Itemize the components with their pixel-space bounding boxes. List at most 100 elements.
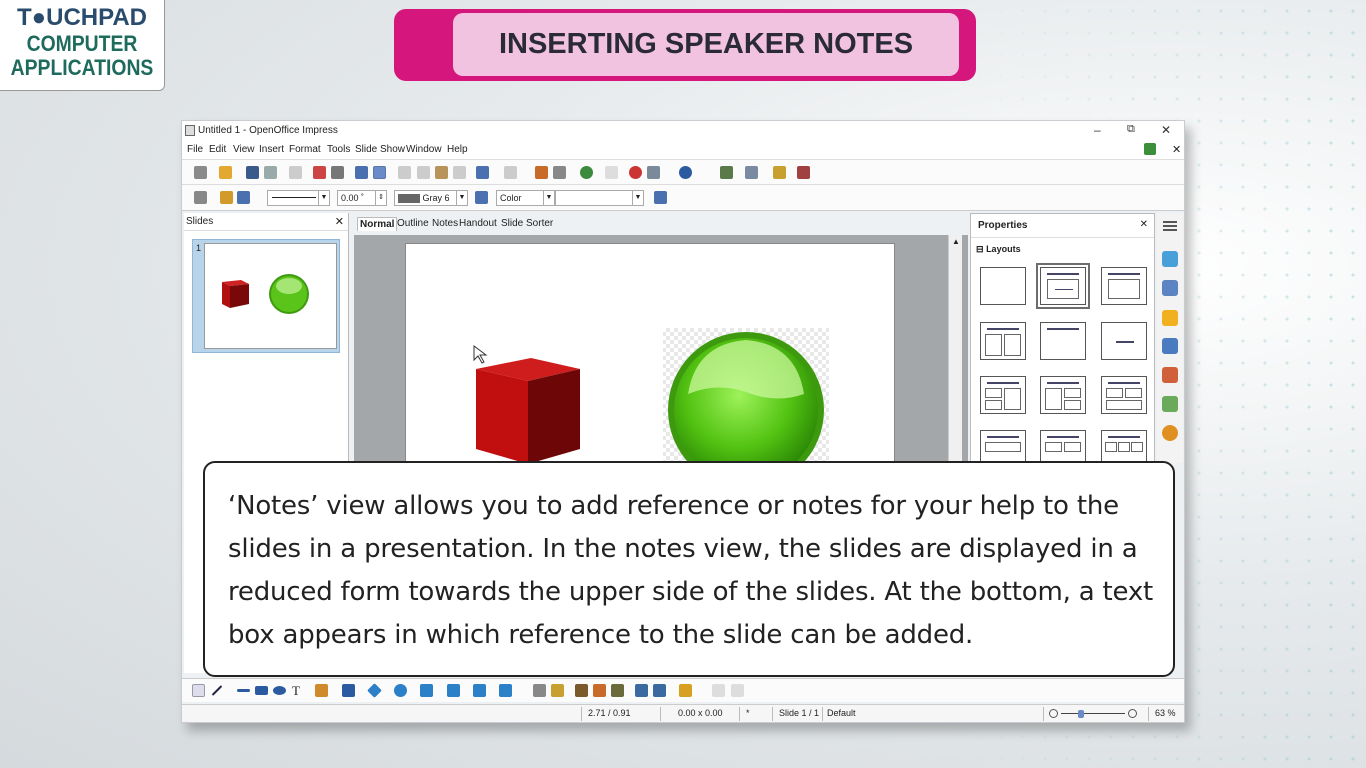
flowcharts-icon[interactable]: [447, 684, 460, 697]
zoom-slider[interactable]: [1049, 708, 1137, 720]
tab-normal[interactable]: Normal: [357, 217, 398, 231]
menu-edit[interactable]: Edit: [209, 144, 226, 155]
styles-icon[interactable]: [194, 191, 207, 204]
stars-icon[interactable]: [499, 684, 512, 697]
line-color-select[interactable]: Gray 6 ▼: [394, 190, 468, 206]
area-style-select[interactable]: Color ▼: [496, 190, 555, 206]
layout-2-content-and-content[interactable]: [980, 376, 1026, 414]
gallery-icon[interactable]: [1162, 396, 1178, 412]
layout-2-content-over-content[interactable]: [1101, 376, 1147, 414]
gallery-tool-icon[interactable]: [611, 684, 624, 697]
callouts-icon[interactable]: [473, 684, 486, 697]
slides-pane-close-button[interactable]: ✕: [335, 215, 344, 228]
update-icon[interactable]: [1144, 143, 1156, 155]
menu-insert[interactable]: Insert: [259, 144, 284, 155]
area-fill-select[interactable]: ▼: [555, 190, 644, 206]
grid-icon[interactable]: [605, 166, 618, 179]
align-icon[interactable]: [653, 684, 666, 697]
hyperlink-icon[interactable]: [580, 166, 593, 179]
email-icon[interactable]: [264, 166, 277, 179]
undo-icon[interactable]: [476, 166, 489, 179]
edit-file-icon[interactable]: [289, 166, 302, 179]
slide-thumbnail[interactable]: [204, 243, 337, 349]
document-close-button[interactable]: ✕: [1172, 143, 1181, 156]
glue-points-icon[interactable]: [551, 684, 564, 697]
menu-format[interactable]: Format: [289, 144, 321, 155]
chart-icon[interactable]: [535, 166, 548, 179]
print-icon[interactable]: [331, 166, 344, 179]
layout-title-2-content[interactable]: [980, 322, 1026, 360]
select-icon[interactable]: [192, 684, 205, 697]
shadow-icon[interactable]: [654, 191, 667, 204]
help-icon[interactable]: [679, 166, 692, 179]
display-views-icon[interactable]: [720, 166, 733, 179]
text-tool-icon[interactable]: T: [292, 683, 305, 698]
fontwork-icon[interactable]: [575, 684, 588, 697]
minimize-button[interactable]: –: [1094, 123, 1101, 137]
effects-icon[interactable]: [731, 684, 744, 697]
styles-formatting-icon[interactable]: [1162, 367, 1178, 383]
properties-deck-icon[interactable]: [1162, 251, 1178, 267]
sidebar-menu-icon[interactable]: [1163, 221, 1177, 223]
menu-view[interactable]: View: [233, 144, 255, 155]
slide-design-icon[interactable]: [773, 166, 786, 179]
from-file-icon[interactable]: [593, 684, 606, 697]
copy-icon[interactable]: [417, 166, 430, 179]
table-icon[interactable]: [553, 166, 566, 179]
extrusion-icon[interactable]: [712, 684, 725, 697]
rotate-icon[interactable]: [635, 684, 648, 697]
layout-title-only[interactable]: [1040, 322, 1086, 360]
connector-tool-icon[interactable]: [342, 684, 355, 697]
navigator-deck-icon[interactable]: [1162, 425, 1178, 441]
tab-slide-sorter[interactable]: Slide Sorter: [499, 217, 555, 230]
menu-slide-show[interactable]: Slide Show: [355, 144, 405, 155]
paste-icon[interactable]: [435, 166, 448, 179]
open-folder-icon[interactable]: [219, 166, 232, 179]
area-icon[interactable]: [475, 191, 488, 204]
menu-file[interactable]: File: [187, 144, 203, 155]
symbol-shapes-icon[interactable]: [394, 684, 407, 697]
clone-formatting-icon[interactable]: [453, 166, 466, 179]
line-width-field[interactable]: 0.00 ˚ ⇕: [337, 190, 387, 206]
spellcheck-icon[interactable]: [355, 166, 368, 179]
tab-notes[interactable]: Notes: [430, 217, 460, 230]
basic-shapes-icon[interactable]: [367, 683, 382, 698]
cut-icon[interactable]: [398, 166, 411, 179]
line-tool-icon[interactable]: [211, 685, 223, 696]
close-button[interactable]: ✕: [1161, 123, 1171, 137]
slide-transition-icon[interactable]: [1162, 338, 1178, 354]
layout-content-and-2-content[interactable]: [1040, 376, 1086, 414]
menu-help[interactable]: Help: [447, 144, 468, 155]
layout-title-slide[interactable]: [1036, 263, 1090, 309]
slide-layout-icon[interactable]: [745, 166, 758, 179]
ellipse-tool-icon[interactable]: [273, 686, 286, 695]
autospellcheck-icon[interactable]: [373, 166, 386, 179]
points-icon[interactable]: [533, 684, 546, 697]
menu-tools[interactable]: Tools: [327, 144, 350, 155]
restore-button[interactable]: ⧉: [1127, 123, 1135, 136]
block-arrows-icon[interactable]: [420, 684, 433, 697]
redo-icon[interactable]: [504, 166, 517, 179]
line-icon[interactable]: [220, 191, 233, 204]
properties-close-button[interactable]: ✕: [1140, 219, 1148, 230]
line-style-select[interactable]: ▼: [267, 190, 330, 206]
layout-title-content[interactable]: [1101, 267, 1147, 305]
navigator-icon[interactable]: [629, 166, 642, 179]
curve-tool-icon[interactable]: [315, 684, 328, 697]
tab-handout[interactable]: Handout: [457, 217, 499, 230]
zoom-icon[interactable]: [647, 166, 660, 179]
save-icon[interactable]: [246, 166, 259, 179]
arrow-tool-icon[interactable]: [237, 689, 250, 692]
rectangle-tool-icon[interactable]: [255, 686, 268, 695]
arrow-style-icon[interactable]: [237, 191, 250, 204]
scroll-up-icon[interactable]: ▲: [952, 237, 960, 246]
slide-show-icon[interactable]: [797, 166, 810, 179]
custom-animation-icon[interactable]: [1162, 310, 1178, 326]
menu-window[interactable]: Window: [406, 144, 442, 155]
master-pages-icon[interactable]: [1162, 280, 1178, 296]
layouts-section-header[interactable]: ⊟ Layouts: [976, 244, 1021, 255]
layout-blank[interactable]: [980, 267, 1026, 305]
tab-outline[interactable]: Outline: [395, 217, 431, 230]
arrange-icon[interactable]: [679, 684, 692, 697]
export-pdf-icon[interactable]: [313, 166, 326, 179]
